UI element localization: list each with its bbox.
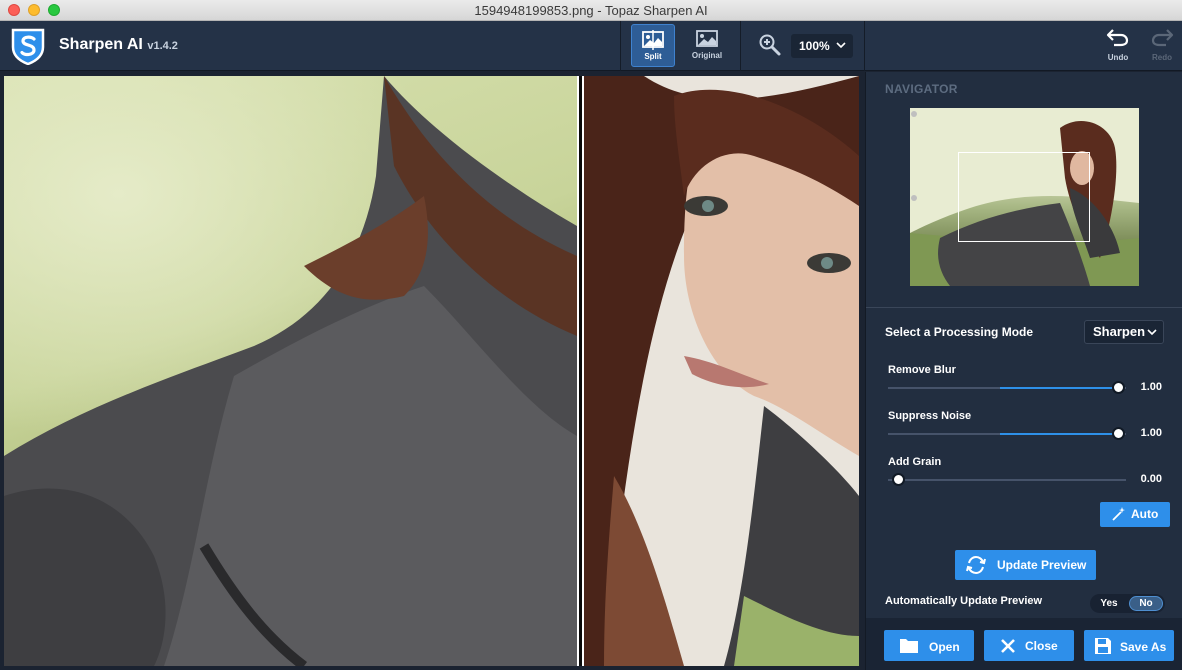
add-grain-slider[interactable] — [888, 473, 1126, 486]
slider-knob[interactable] — [1112, 427, 1125, 440]
navigator-thumbnail[interactable] — [910, 108, 1139, 286]
save-as-button[interactable]: Save As — [1084, 630, 1174, 661]
redo-button[interactable]: Redo — [1145, 27, 1179, 62]
split-view-button[interactable]: Split — [631, 24, 675, 67]
auto-button[interactable]: Auto — [1100, 502, 1170, 527]
slider-knob[interactable] — [892, 473, 905, 486]
auto-update-no-option[interactable]: No — [1129, 596, 1163, 611]
update-preview-label: Update Preview — [997, 558, 1087, 572]
undo-label: Undo — [1107, 53, 1129, 62]
refresh-icon — [966, 555, 986, 575]
topaz-logo-icon — [11, 28, 45, 65]
close-button-label: Close — [1025, 639, 1058, 653]
zoom-icon[interactable] — [758, 33, 782, 57]
update-preview-button[interactable]: Update Preview — [955, 550, 1096, 580]
original-view-label: Original — [691, 51, 723, 60]
suppress-noise-value: 1.00 — [1140, 427, 1162, 439]
auto-update-yes-option[interactable]: Yes — [1092, 596, 1126, 611]
toolbar-divider — [740, 21, 741, 71]
processing-mode-label: Select a Processing Mode — [885, 325, 1034, 339]
split-divider-handle[interactable] — [577, 76, 584, 666]
chevron-down-icon — [836, 42, 846, 49]
suppress-noise-slider[interactable] — [888, 427, 1126, 440]
add-grain-label: Add Grain — [888, 456, 942, 468]
original-view-icon — [696, 30, 718, 47]
zoom-level-dropdown[interactable]: 100% — [791, 34, 853, 58]
split-view-label: Split — [644, 52, 662, 61]
toolbar-divider — [864, 21, 865, 71]
undo-icon — [1106, 29, 1129, 47]
processed-image-pane[interactable] — [4, 76, 577, 666]
save-as-button-label: Save As — [1120, 640, 1167, 654]
split-view-icon — [642, 30, 664, 50]
slider-knob[interactable] — [1112, 381, 1125, 394]
app-title: Sharpen AI — [59, 36, 143, 53]
settings-panel: NAVIGATOR Select a Processing Mode Sharp… — [865, 72, 1182, 670]
panel-footer: Open Close Save As — [866, 618, 1182, 670]
folder-icon — [900, 639, 918, 653]
window-titlebar: 1594948199853.png - Topaz Sharpen AI — [0, 0, 1182, 21]
remove-blur-value: 1.00 — [1140, 381, 1162, 393]
suppress-noise-label: Suppress Noise — [888, 410, 972, 422]
processing-mode-dropdown[interactable]: Sharpen — [1084, 320, 1164, 344]
photo-left-illustration — [4, 76, 577, 666]
toolbar-divider — [620, 21, 621, 71]
slider-fill — [999, 387, 1118, 389]
redo-label: Redo — [1152, 53, 1172, 62]
panel-divider — [866, 307, 1182, 308]
app-version: v1.4.2 — [147, 40, 178, 52]
magic-wand-icon — [1112, 507, 1125, 521]
close-button[interactable]: Close — [984, 630, 1074, 661]
auto-update-preview-label: Automatically Update Preview — [885, 595, 1043, 607]
remove-blur-label: Remove Blur — [888, 364, 956, 376]
zoom-level-value: 100% — [799, 39, 830, 53]
remove-blur-slider[interactable] — [888, 381, 1126, 394]
auto-button-label: Auto — [1131, 507, 1159, 521]
chevron-down-icon — [1147, 329, 1157, 336]
navigator-viewport-rect[interactable] — [958, 152, 1090, 242]
original-image-pane[interactable] — [584, 76, 859, 666]
photo-right-illustration — [584, 76, 859, 666]
undo-button[interactable]: Undo — [1101, 27, 1135, 62]
add-grain-value: 0.00 — [1140, 473, 1162, 485]
save-icon — [1095, 638, 1111, 654]
auto-update-preview-toggle[interactable]: Yes No — [1090, 594, 1165, 613]
slider-fill — [999, 433, 1118, 435]
processing-mode-value: Sharpen — [1093, 324, 1146, 339]
close-icon — [1001, 639, 1015, 653]
app-name: Sharpen AI v1.4.2 — [59, 36, 178, 54]
navigator-title: NAVIGATOR — [885, 82, 958, 96]
window-title: 1594948199853.png - Topaz Sharpen AI — [474, 3, 708, 18]
open-button[interactable]: Open — [884, 630, 974, 661]
main-toolbar: Sharpen AI v1.4.2 Split Original 100% Un… — [0, 21, 1182, 71]
original-view-button[interactable]: Original — [685, 24, 729, 67]
image-canvas[interactable] — [0, 72, 864, 670]
redo-icon — [1151, 29, 1174, 47]
open-button-label: Open — [929, 640, 960, 654]
